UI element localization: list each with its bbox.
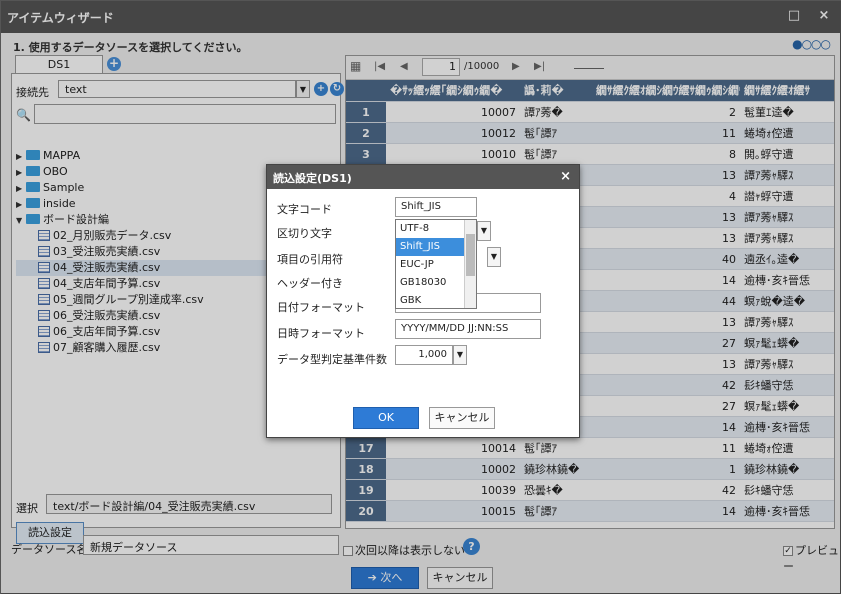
- type-threshold-label: データ型判定基準件数: [277, 353, 387, 366]
- datetime-format-input[interactable]: YYYY/MM/DD JJ:NN:SS: [395, 319, 541, 339]
- chevron-down-icon[interactable]: ▼: [487, 247, 501, 267]
- charset-select[interactable]: Shift_JIS: [395, 197, 477, 217]
- scrollbar-thumb[interactable]: [466, 234, 475, 276]
- charset-label: 文字コード: [277, 203, 332, 216]
- charset-dropdown-list: UTF-8 Shift_JIS EUC-JP GB18030 GBK: [395, 219, 477, 309]
- read-settings-dialog: 読込設定(DS1) × 文字コード Shift_JIS 区切り文字 ▼ 項目の引…: [266, 164, 580, 438]
- ok-button[interactable]: OK: [353, 407, 419, 429]
- dialog-title-bar: 読込設定(DS1) ×: [267, 165, 579, 189]
- dialog-title: 読込設定(DS1): [273, 172, 352, 185]
- quote-label: 項目の引用符: [277, 253, 343, 266]
- item-wizard-window: アイテムウィザード □ × 1. 使用するデータソースを選択してください。 ●○…: [0, 0, 841, 594]
- date-format-label: 日付フォーマット: [277, 301, 365, 314]
- chevron-down-icon[interactable]: ▼: [477, 221, 491, 241]
- header-label: ヘッダー付き: [277, 277, 343, 290]
- type-threshold-select[interactable]: 1,000: [395, 345, 453, 365]
- dialog-cancel-button[interactable]: キャンセル: [429, 407, 495, 429]
- datetime-format-label: 日時フォーマット: [277, 327, 365, 340]
- close-icon[interactable]: ×: [560, 169, 571, 184]
- chevron-down-icon[interactable]: ▼: [453, 345, 467, 365]
- delimiter-label: 区切り文字: [277, 227, 332, 240]
- dropdown-scrollbar[interactable]: [464, 220, 476, 308]
